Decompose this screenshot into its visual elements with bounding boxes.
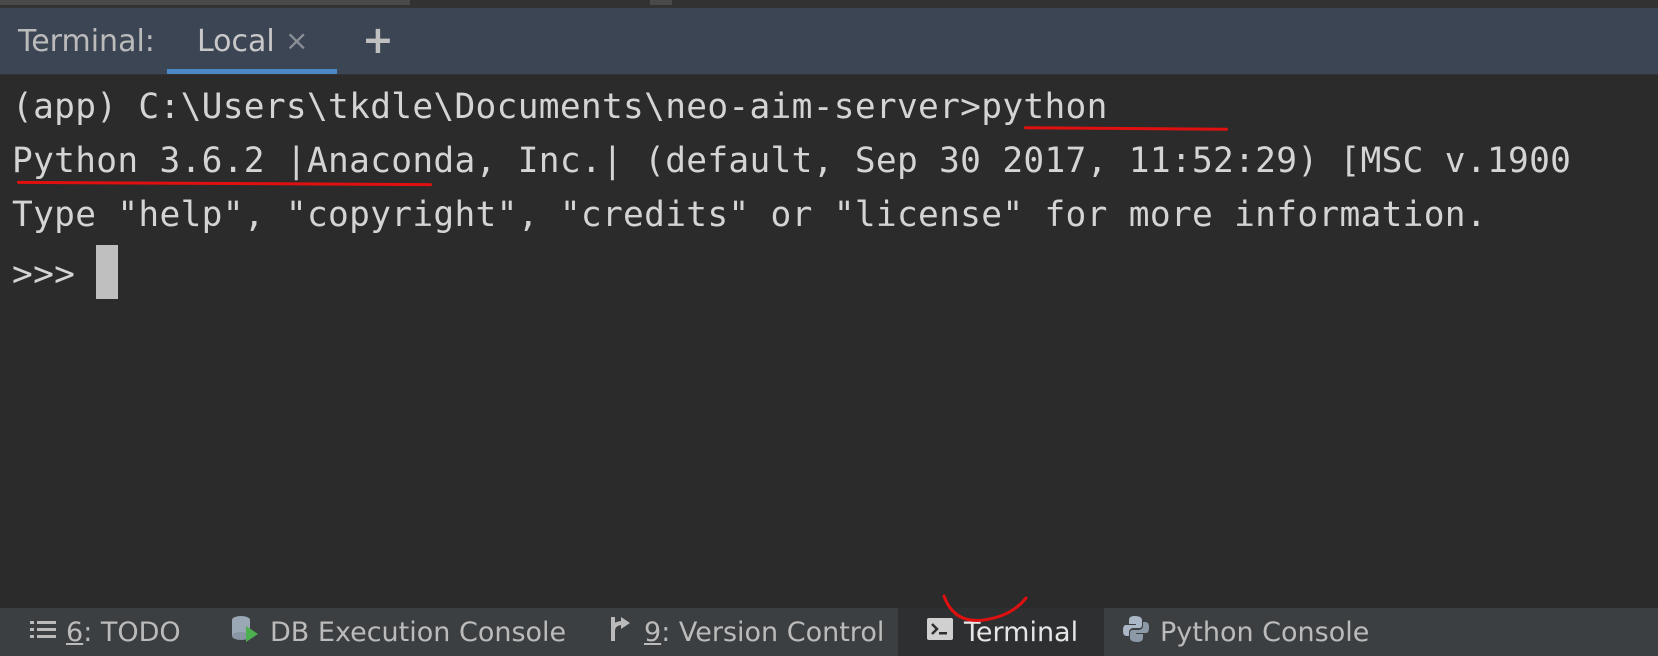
terminal-title: Terminal: xyxy=(18,24,155,59)
tool-version-control[interactable]: 9: Version Control xyxy=(608,608,884,656)
list-icon xyxy=(30,617,56,648)
tab-local-label: Local xyxy=(197,24,275,59)
close-icon[interactable]: × xyxy=(285,24,308,57)
repl-prompt: >>> xyxy=(12,254,97,295)
editor-edge xyxy=(0,0,1658,8)
db-console-icon xyxy=(230,614,260,651)
active-tab-indicator xyxy=(167,69,337,74)
python-version-line: Python 3.6.2 |Anaconda, Inc.| (default, … xyxy=(12,141,1572,181)
vcs-branch-icon xyxy=(608,615,634,650)
tab-local[interactable]: Local × xyxy=(167,8,337,74)
tool-vcs-number: 9 xyxy=(644,616,662,648)
annotation-underline-version xyxy=(16,180,433,187)
terminal-header: Terminal: Local × + xyxy=(0,8,1658,75)
tool-todo-label: : TODO xyxy=(83,616,181,648)
python-info-line: Type "help", "copyright", "credits" or "… xyxy=(12,195,1487,235)
tool-python-console-label: Python Console xyxy=(1160,616,1370,648)
annotation-arc xyxy=(942,594,1028,622)
tool-window-bar: 6: TODO DB Execution Console 9: Version … xyxy=(0,594,1658,656)
tool-vcs-label: : Version Control xyxy=(661,616,885,648)
python-icon xyxy=(1122,615,1150,650)
terminal-output[interactable]: (app) C:\Users\tkdle\Documents\neo-aim-s… xyxy=(0,75,1658,607)
add-tab-button[interactable]: + xyxy=(362,18,394,62)
tool-db-execution-console[interactable]: DB Execution Console xyxy=(230,608,566,656)
repl-prompt-line[interactable]: >>> xyxy=(12,245,119,303)
scrollbar-thumb[interactable] xyxy=(650,0,672,5)
horizontal-scrollbar[interactable] xyxy=(0,0,410,5)
tool-todo-number: 6 xyxy=(66,616,84,648)
tool-python-console[interactable]: Python Console xyxy=(1122,608,1369,656)
tool-todo[interactable]: 6: TODO xyxy=(30,608,181,656)
annotation-underline-python xyxy=(1023,126,1229,131)
terminal-prompt-line: (app) C:\Users\tkdle\Documents\neo-aim-s… xyxy=(12,87,1108,127)
text-cursor xyxy=(96,245,119,299)
tool-db-label: DB Execution Console xyxy=(270,616,567,648)
